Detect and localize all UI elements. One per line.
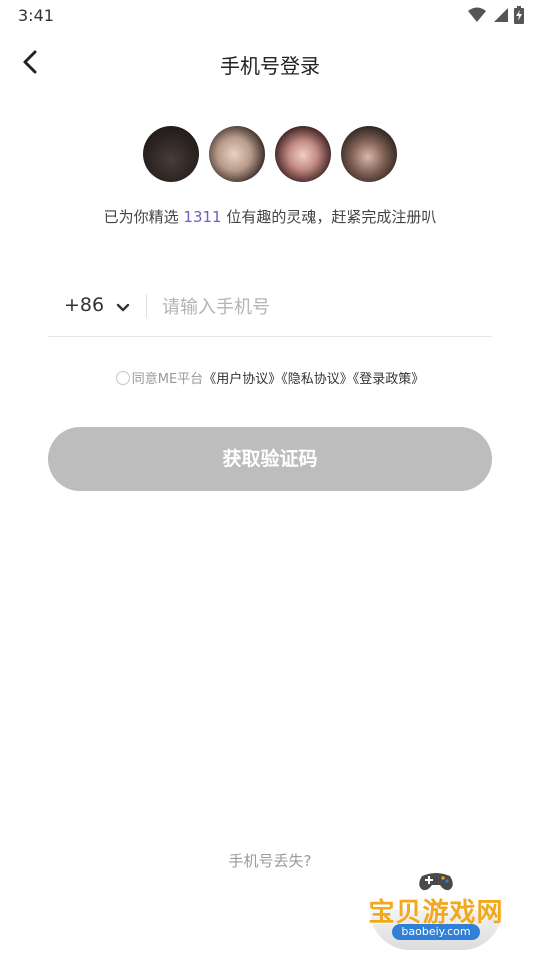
invite-text: 已为你精选 1311 位有趣的灵魂，赶紧完成注册叭: [0, 206, 540, 227]
phone-input[interactable]: [160, 290, 484, 324]
invite-suffix: 位有趣的灵魂，赶紧完成注册叭: [221, 208, 437, 226]
status-time: 3:41: [18, 6, 54, 25]
avatar: [275, 126, 331, 182]
avatar: [143, 126, 199, 182]
avatar-group: [0, 126, 540, 182]
country-code-select[interactable]: +86: [64, 294, 104, 316]
agree-radio[interactable]: [115, 371, 130, 385]
divider: [146, 294, 147, 318]
wifi-icon: [468, 7, 486, 23]
phone-input-row: +86: [48, 282, 492, 337]
agreement-prefix: 同意ME平台: [131, 372, 204, 387]
invite-count: 1311: [183, 208, 222, 226]
login-policy-link[interactable]: 《登录政策》: [353, 372, 425, 387]
watermark-url: baobeiy.com: [392, 924, 480, 940]
user-agreement-link[interactable]: 《用户协议》: [203, 372, 281, 387]
avatar: [209, 126, 265, 182]
invite-prefix: 已为你精选: [103, 208, 184, 226]
gamepad-icon: [416, 870, 456, 892]
battery-icon: [514, 6, 524, 24]
avatar: [341, 126, 397, 182]
watermark-logo: 宝贝游戏网 baobeiy.com: [366, 866, 506, 956]
page-title: 手机号登录: [220, 54, 320, 78]
status-icons: [468, 6, 524, 24]
agreement: 同意ME平台《用户协议》《隐私协议》《登录政策》: [0, 368, 540, 387]
chevron-down-icon[interactable]: [116, 300, 130, 314]
privacy-agreement-link[interactable]: 《隐私协议》: [281, 372, 353, 387]
status-bar: 3:41: [0, 0, 540, 32]
header: 手机号登录: [0, 40, 540, 84]
get-code-button[interactable]: 获取验证码: [48, 427, 492, 491]
signal-icon: [492, 7, 508, 23]
